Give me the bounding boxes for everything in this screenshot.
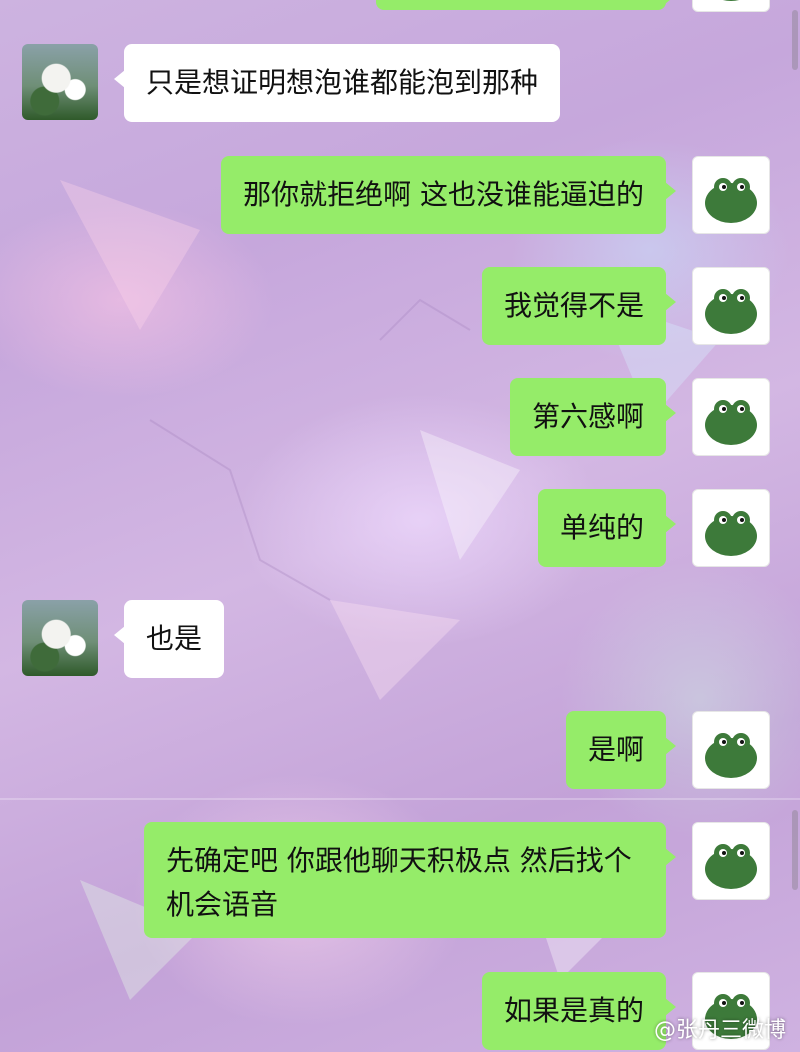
their-avatar-icon[interactable] (22, 44, 98, 120)
my-avatar-icon[interactable] (692, 0, 770, 12)
message-bubble-them[interactable]: 也是 (113, 600, 225, 678)
message-bubble-me[interactable]: 先确定吧 你跟他聊天积极点 然后找个机会语音 (144, 822, 676, 938)
message-bubble-me[interactable]: 我觉得不是 (481, 267, 677, 345)
message-bubble-me[interactable]: 如果是真的 (481, 972, 677, 1050)
message-bubble-them[interactable]: 只是想证明想泡谁都能泡到那种 (113, 44, 561, 122)
my-avatar-icon[interactable] (692, 267, 770, 345)
my-avatar-icon[interactable] (692, 378, 770, 456)
message-bubble-me[interactable] (376, 0, 676, 10)
screenshot-seam (0, 798, 800, 800)
message-bubble-me[interactable]: 那你就拒绝啊 这也没谁能逼迫的 (221, 156, 676, 234)
watermark-text: @张丹三微博 (653, 1018, 786, 1043)
my-avatar-icon[interactable] (692, 711, 770, 789)
their-avatar-icon[interactable] (22, 600, 98, 676)
message-bubble-me[interactable]: 是啊 (565, 711, 677, 789)
message-bubble-me[interactable]: 第六感啊 (509, 378, 677, 456)
my-avatar-icon[interactable] (692, 489, 770, 567)
my-avatar-icon[interactable] (692, 156, 770, 234)
scrollbar-top[interactable] (792, 10, 798, 70)
scrollbar-bottom[interactable] (792, 810, 798, 890)
my-avatar-icon[interactable] (692, 822, 770, 900)
message-bubble-me[interactable]: 单纯的 (537, 489, 677, 567)
